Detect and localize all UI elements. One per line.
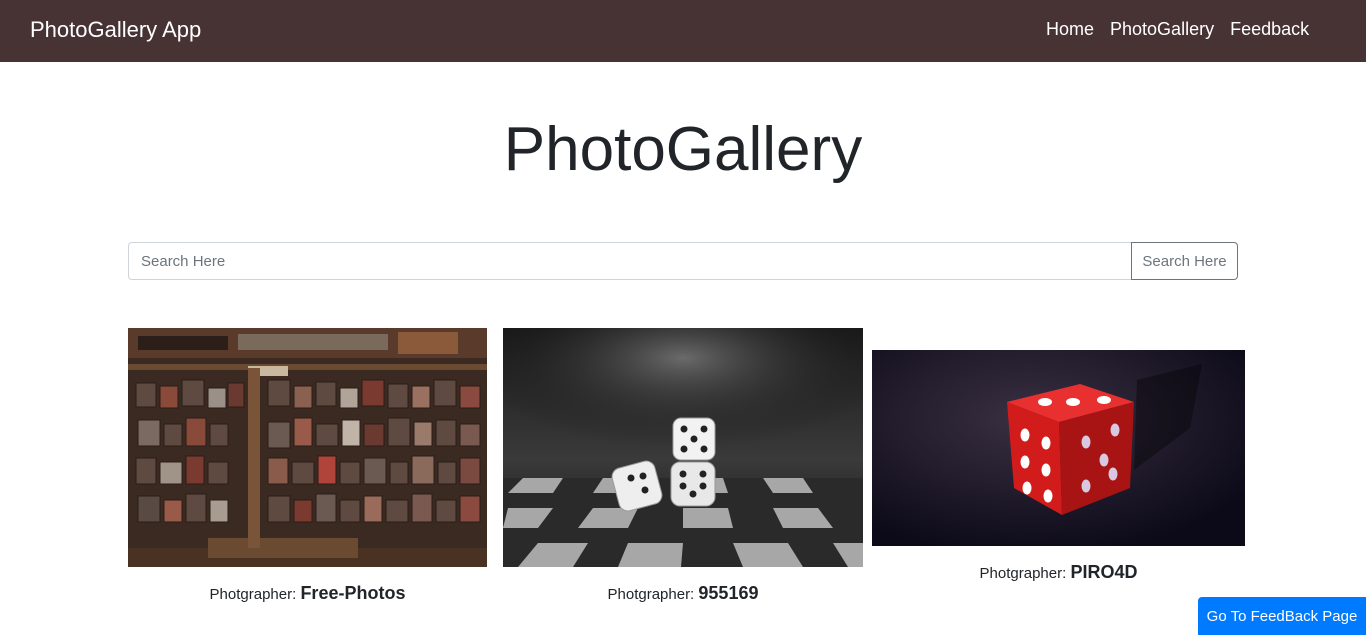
search-button[interactable]: Search Here [1131, 242, 1238, 280]
photo-caption: Photgrapher: PIRO4D [872, 562, 1245, 583]
photographer-name: 955169 [698, 583, 759, 603]
photographer-name: PIRO4D [1070, 562, 1138, 582]
go-to-feedback-button[interactable]: Go To FeedBack Page [1198, 597, 1366, 635]
photo-caption: Photgrapher: Free-Photos [128, 583, 487, 604]
photo-card-3: Photgrapher: PIRO4D [872, 350, 1245, 583]
nav-links: Home PhotoGallery Feedback [1046, 19, 1325, 40]
search-bar: Search Here [128, 242, 1238, 280]
page-title: PhotoGallery [503, 115, 863, 184]
photographer-name: Free-Photos [300, 583, 406, 603]
photographer-label: Photgrapher: [607, 586, 699, 603]
photographer-label: Photgrapher: [209, 586, 301, 603]
dice-on-chessboard-image[interactable] [503, 328, 863, 567]
photographer-label: Photgrapher: [979, 565, 1071, 582]
nav-feedback[interactable]: Feedback [1230, 19, 1309, 40]
nav-home[interactable]: Home [1046, 19, 1094, 40]
letterpress-type-image[interactable] [128, 328, 487, 567]
red-die-image[interactable] [872, 350, 1245, 546]
photo-card-1: Photgrapher: Free-Photos [128, 328, 487, 604]
brand-link[interactable]: PhotoGallery App [30, 17, 201, 43]
nav-photogallery[interactable]: PhotoGallery [1110, 19, 1214, 40]
search-input[interactable] [128, 242, 1132, 280]
photo-card-2: Photgrapher: 955169 [503, 328, 863, 604]
navbar: PhotoGallery App Home PhotoGallery Feedb… [0, 0, 1366, 62]
photo-caption: Photgrapher: 955169 [503, 583, 863, 604]
